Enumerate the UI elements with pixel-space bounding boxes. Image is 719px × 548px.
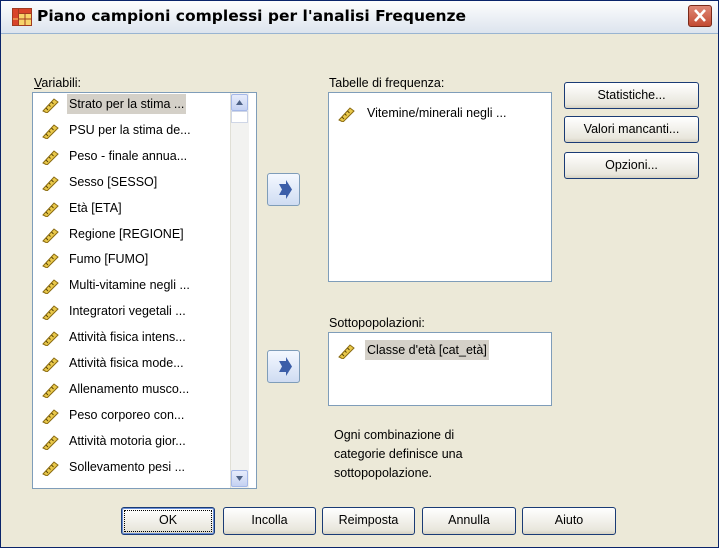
frequency-table-item-label: Vitemine/minerali negli ... [367, 106, 507, 120]
ruler-icon [41, 408, 59, 425]
variable-item[interactable]: Fumo [FUMO] [33, 249, 228, 269]
variables-label-text: ariabili: [41, 76, 82, 90]
variables-scrollbar[interactable] [230, 93, 249, 488]
move-to-frequency-tables-button[interactable] [267, 173, 300, 206]
variable-item-label: PSU per la stima de... [69, 122, 191, 137]
variable-item[interactable]: Attività fisica mode... [33, 353, 228, 373]
ruler-icon [41, 252, 59, 269]
scroll-down-button[interactable] [231, 470, 248, 487]
variable-item[interactable]: Attività motoria gior... [33, 431, 228, 451]
variable-item-label: Attività fisica mode... [69, 356, 184, 370]
variable-item-label: Allenamento musco... [69, 381, 190, 396]
subpopulation-item[interactable]: Classe d'età [cat_età] [329, 340, 547, 360]
ruler-icon [41, 304, 59, 321]
close-button[interactable] [688, 5, 712, 27]
variable-item[interactable]: Sesso [SESSO] [33, 172, 228, 192]
variable-item[interactable]: Sollevamento pesi ... [33, 457, 228, 477]
variable-item-label: Fumo [FUMO] [69, 252, 149, 267]
arrow-down-icon [236, 476, 243, 481]
ruler-icon [41, 175, 59, 192]
subpopulations-label: Sottopopolazioni: [329, 316, 425, 330]
variable-item-label: Multi-vitamine negli ... [69, 278, 190, 293]
variable-item-label: Sollevamento pesi ... [69, 459, 186, 474]
missing-values-button[interactable]: Valori mancanti... [564, 116, 699, 143]
variable-item-label: Peso - finale annua... [69, 148, 188, 163]
move-arrow-icon [279, 180, 292, 199]
variable-item[interactable]: Strato per la stima ... [33, 94, 228, 114]
ruler-icon [41, 278, 59, 295]
scroll-up-button[interactable] [231, 94, 248, 111]
statistics-button[interactable]: Statistiche... [564, 82, 699, 109]
variable-item-label: Peso corporeo con... [69, 407, 185, 422]
ruler-icon [41, 434, 59, 451]
ok-button[interactable]: OK [121, 507, 215, 535]
ruler-icon [41, 97, 59, 114]
ruler-icon [41, 460, 59, 477]
ruler-icon [41, 330, 59, 347]
variable-item[interactable]: Regione [REGIONE] [33, 224, 228, 244]
note-line-2: categorie definisce una [334, 447, 463, 461]
variables-list[interactable]: Strato per la stima ... PSU per la stima … [32, 92, 257, 489]
variable-item-label: Attività motoria gior... [69, 433, 186, 448]
frequency-table-item[interactable]: Vitemine/minerali negli ... [329, 103, 547, 123]
subpopulations-list[interactable]: Classe d'età [cat_età] [328, 332, 552, 406]
dialog-window: Piano campioni complessi per l'analisi F… [0, 0, 719, 548]
pivot-table-icon [12, 8, 32, 26]
cancel-button[interactable]: Annulla [422, 507, 516, 535]
variable-item[interactable]: PSU per la stima de... [33, 120, 228, 140]
variable-item[interactable]: Integratori vegetali ... [33, 301, 228, 321]
variable-item[interactable]: Attività fisica intens... [33, 327, 228, 347]
variable-item-label: Attività fisica intens... [69, 330, 186, 345]
arrow-up-icon [236, 100, 243, 105]
ruler-icon [337, 106, 355, 123]
ruler-icon [41, 382, 59, 399]
close-icon [694, 9, 706, 22]
ruler-icon [337, 343, 355, 360]
variable-item[interactable]: Multi-vitamine negli ... [33, 275, 228, 295]
note-line-3: sottopopolazione. [334, 466, 432, 480]
move-to-subpopulations-button[interactable] [267, 350, 300, 383]
window-title: Piano campioni complessi per l'analisi F… [37, 7, 467, 25]
variable-item[interactable]: Allenamento musco... [33, 379, 228, 399]
ruler-icon [41, 201, 59, 218]
title-bar: Piano campioni complessi per l'analisi F… [1, 1, 718, 34]
reset-button[interactable]: Reimposta [322, 507, 415, 535]
variable-item-label: Regione [REGIONE] [69, 226, 184, 241]
variable-item[interactable]: Peso corporeo con... [33, 405, 228, 425]
variable-item[interactable]: Peso - finale annua... [33, 146, 228, 166]
variables-label: Variabili: [34, 76, 82, 90]
variable-item-label: Età [ETA] [69, 200, 122, 215]
variable-item[interactable]: Età [ETA] [33, 198, 228, 218]
ruler-icon [41, 149, 59, 166]
ruler-icon [41, 227, 59, 244]
frequency-tables-list[interactable]: Vitemine/minerali negli ... [328, 92, 552, 282]
paste-button[interactable]: Incolla [223, 507, 316, 535]
subpopulation-note: Ogni combinazione di categorie definisce… [334, 426, 463, 483]
note-line-1: Ogni combinazione di [334, 428, 455, 442]
help-button[interactable]: Aiuto [522, 507, 616, 535]
scroll-thumb[interactable] [231, 111, 248, 123]
variable-item-label: Sesso [SESSO] [69, 174, 158, 189]
ruler-icon [41, 356, 59, 373]
frequency-tables-label: Tabelle di frequenza: [329, 76, 445, 90]
ruler-icon [41, 123, 59, 140]
variable-item-label: Integratori vegetali ... [69, 304, 186, 319]
subpopulation-item-label: Classe d'età [cat_età] [365, 340, 489, 360]
move-arrow-icon [279, 357, 292, 376]
variable-item-label: Strato per la stima ... [67, 94, 187, 114]
options-button[interactable]: Opzioni... [564, 152, 699, 179]
